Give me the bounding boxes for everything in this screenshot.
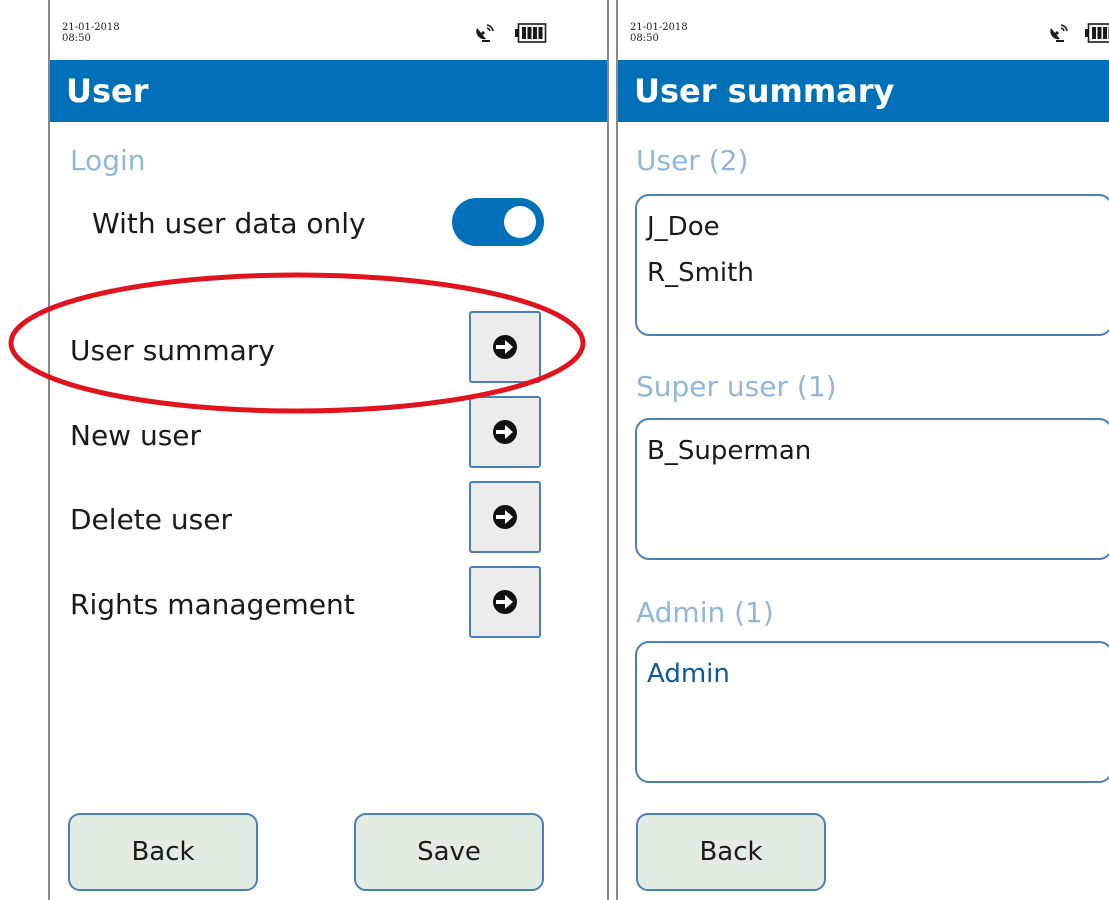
admin-section-label: Admin (1) bbox=[636, 596, 774, 629]
status-date: 21-01-2018 bbox=[630, 22, 688, 33]
status-date: 21-01-2018 bbox=[62, 22, 120, 33]
status-bar: 21-01-2018 08:50 bbox=[618, 0, 1109, 60]
battery-icon bbox=[515, 23, 547, 43]
back-button[interactable]: Back bbox=[68, 813, 258, 891]
arrow-right-icon bbox=[493, 590, 517, 614]
save-button[interactable]: Save bbox=[354, 813, 544, 891]
list-item[interactable]: Admin bbox=[647, 651, 1101, 697]
page-title: User bbox=[66, 72, 149, 110]
delete-user-button[interactable] bbox=[469, 481, 541, 553]
list-item[interactable]: B_Superman bbox=[647, 428, 1101, 474]
user-data-only-toggle[interactable] bbox=[452, 198, 544, 246]
stage: 21-01-2018 08:50 User Login With user da… bbox=[0, 0, 1109, 900]
user-summary-screen: 21-01-2018 08:50 User summary User (2) J… bbox=[616, 0, 1109, 900]
user-summary-button[interactable] bbox=[469, 311, 541, 383]
login-section-label: Login bbox=[70, 144, 146, 177]
status-time: 08:50 bbox=[630, 33, 659, 44]
user-section-label: User (2) bbox=[636, 144, 749, 177]
menu-item-delete-user: Delete user bbox=[70, 503, 232, 536]
satellite-icon bbox=[476, 24, 494, 42]
user-list: J_Doe R_Smith bbox=[635, 194, 1109, 336]
admin-list: Admin bbox=[635, 641, 1109, 783]
back-button[interactable]: Back bbox=[636, 813, 826, 891]
status-time: 08:50 bbox=[62, 33, 91, 44]
menu-item-rights-management: Rights management bbox=[70, 588, 355, 621]
status-datetime: 21-01-2018 08:50 bbox=[62, 22, 120, 44]
list-item[interactable]: J_Doe bbox=[647, 204, 1101, 250]
title-bar: User summary bbox=[618, 60, 1109, 122]
satellite-icon bbox=[1050, 24, 1068, 42]
super-user-list: B_Superman bbox=[635, 418, 1109, 560]
new-user-button[interactable] bbox=[469, 396, 541, 468]
menu-item-user-summary: User summary bbox=[70, 334, 275, 367]
toggle-label: With user data only bbox=[92, 207, 366, 240]
status-bar: 21-01-2018 08:50 bbox=[50, 0, 607, 60]
arrow-right-icon bbox=[493, 420, 517, 444]
list-item[interactable]: R_Smith bbox=[647, 250, 1101, 296]
title-bar: User bbox=[50, 60, 607, 122]
arrow-right-icon bbox=[493, 335, 517, 359]
menu-item-new-user: New user bbox=[70, 419, 202, 452]
super-user-section-label: Super user (1) bbox=[636, 370, 837, 403]
rights-management-button[interactable] bbox=[469, 566, 541, 638]
arrow-right-icon bbox=[493, 505, 517, 529]
user-screen: 21-01-2018 08:50 User Login With user da… bbox=[48, 0, 609, 900]
toggle-knob bbox=[504, 206, 536, 238]
battery-icon bbox=[1085, 23, 1109, 43]
status-datetime: 21-01-2018 08:50 bbox=[630, 22, 688, 44]
page-title: User summary bbox=[634, 72, 895, 110]
